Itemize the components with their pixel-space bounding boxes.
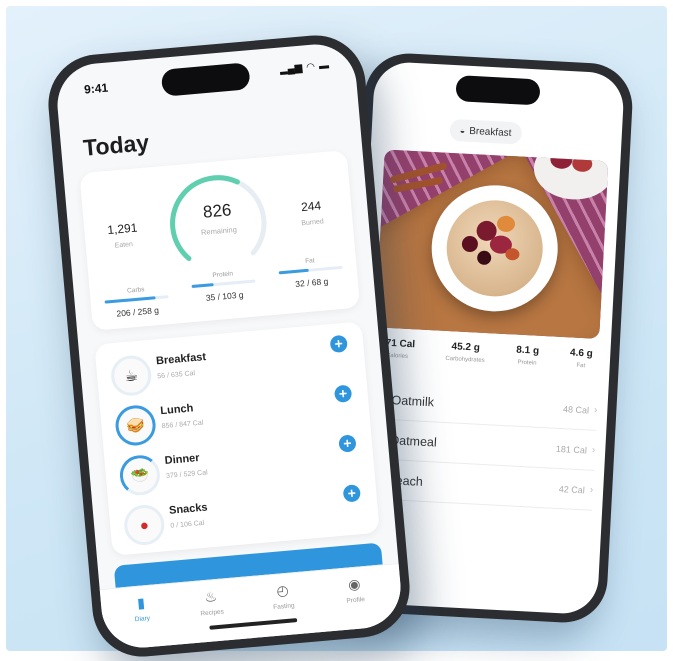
meal-title-pill[interactable]: ◒ Breakfast (449, 118, 523, 145)
page-title: Today (82, 129, 151, 161)
coffee-icon: ☕ (109, 353, 153, 398)
macro-carbs-progress (104, 296, 156, 304)
apple-icon: ● (122, 503, 166, 547)
battery-icon: ▬ (318, 60, 330, 73)
add-snacks-button[interactable]: + (342, 484, 362, 503)
meals-card: ☕ Breakfast 56 / 635 Cal + 🥪 Lunch 856 /… (94, 321, 380, 556)
user-icon: ◉ (347, 575, 362, 593)
bowl-icon: ◒ (459, 125, 466, 136)
burned-stat: 244 Burned (300, 198, 325, 228)
signal-icon: ▂▄▆ (279, 62, 303, 76)
dynamic-island (160, 62, 251, 97)
diary-screen: 9:41 ▂▄▆ ◠ ▬ Today 1,291 Eaten 826 Remai… (54, 41, 404, 651)
chef-hat-icon: ♨ (203, 588, 218, 606)
tab-recipes[interactable]: ♨ Recipes (182, 586, 240, 619)
add-dinner-button[interactable]: + (338, 434, 357, 453)
tab-fasting[interactable]: ◴ Fasting (254, 580, 312, 613)
book-icon: ▮ (136, 594, 146, 611)
nutrition-fat: 4.6 g Fat (569, 347, 594, 370)
wifi-icon: ◠ (305, 61, 316, 74)
add-breakfast-button[interactable]: + (329, 334, 348, 354)
eaten-stat: 1,291 Eaten (106, 220, 138, 250)
macro-fat: Fat 32 / 68 g (278, 255, 344, 290)
status-icons: ▂▄▆ ◠ ▬ (279, 60, 329, 75)
tab-diary[interactable]: ▮ Diary (112, 592, 170, 625)
tab-profile[interactable]: ◉ Profile (326, 574, 384, 607)
status-time: 9:41 (83, 80, 109, 97)
chevron-right-icon: › (591, 444, 596, 456)
add-lunch-button[interactable]: + (333, 384, 353, 403)
salad-icon: 🥗 (118, 453, 162, 497)
nutrition-carbohydrates: 45.2 g Carbohydrates (445, 341, 485, 364)
chevron-right-icon: › (593, 404, 598, 416)
dynamic-island (455, 75, 541, 106)
calorie-summary-card: 1,291 Eaten 826 Remaining 244 Burned Car… (79, 150, 361, 331)
chevron-right-icon: › (589, 484, 594, 496)
macro-protein-progress (191, 283, 214, 289)
timer-icon: ◴ (275, 581, 290, 599)
macro-fat-progress (278, 268, 309, 275)
diary-phone: 9:41 ▂▄▆ ◠ ▬ Today 1,291 Eaten 826 Remai… (44, 31, 414, 661)
macro-carbs: Carbs 206 / 258 g (104, 284, 170, 319)
macro-protein: Protein 35 / 103 g (191, 268, 257, 303)
meal-title: Breakfast (468, 125, 512, 139)
oatmeal-bowl-photo (375, 149, 609, 339)
nutrition-protein: 8.1 g Protein (516, 344, 540, 367)
sandwich-icon: 🥪 (113, 403, 158, 448)
